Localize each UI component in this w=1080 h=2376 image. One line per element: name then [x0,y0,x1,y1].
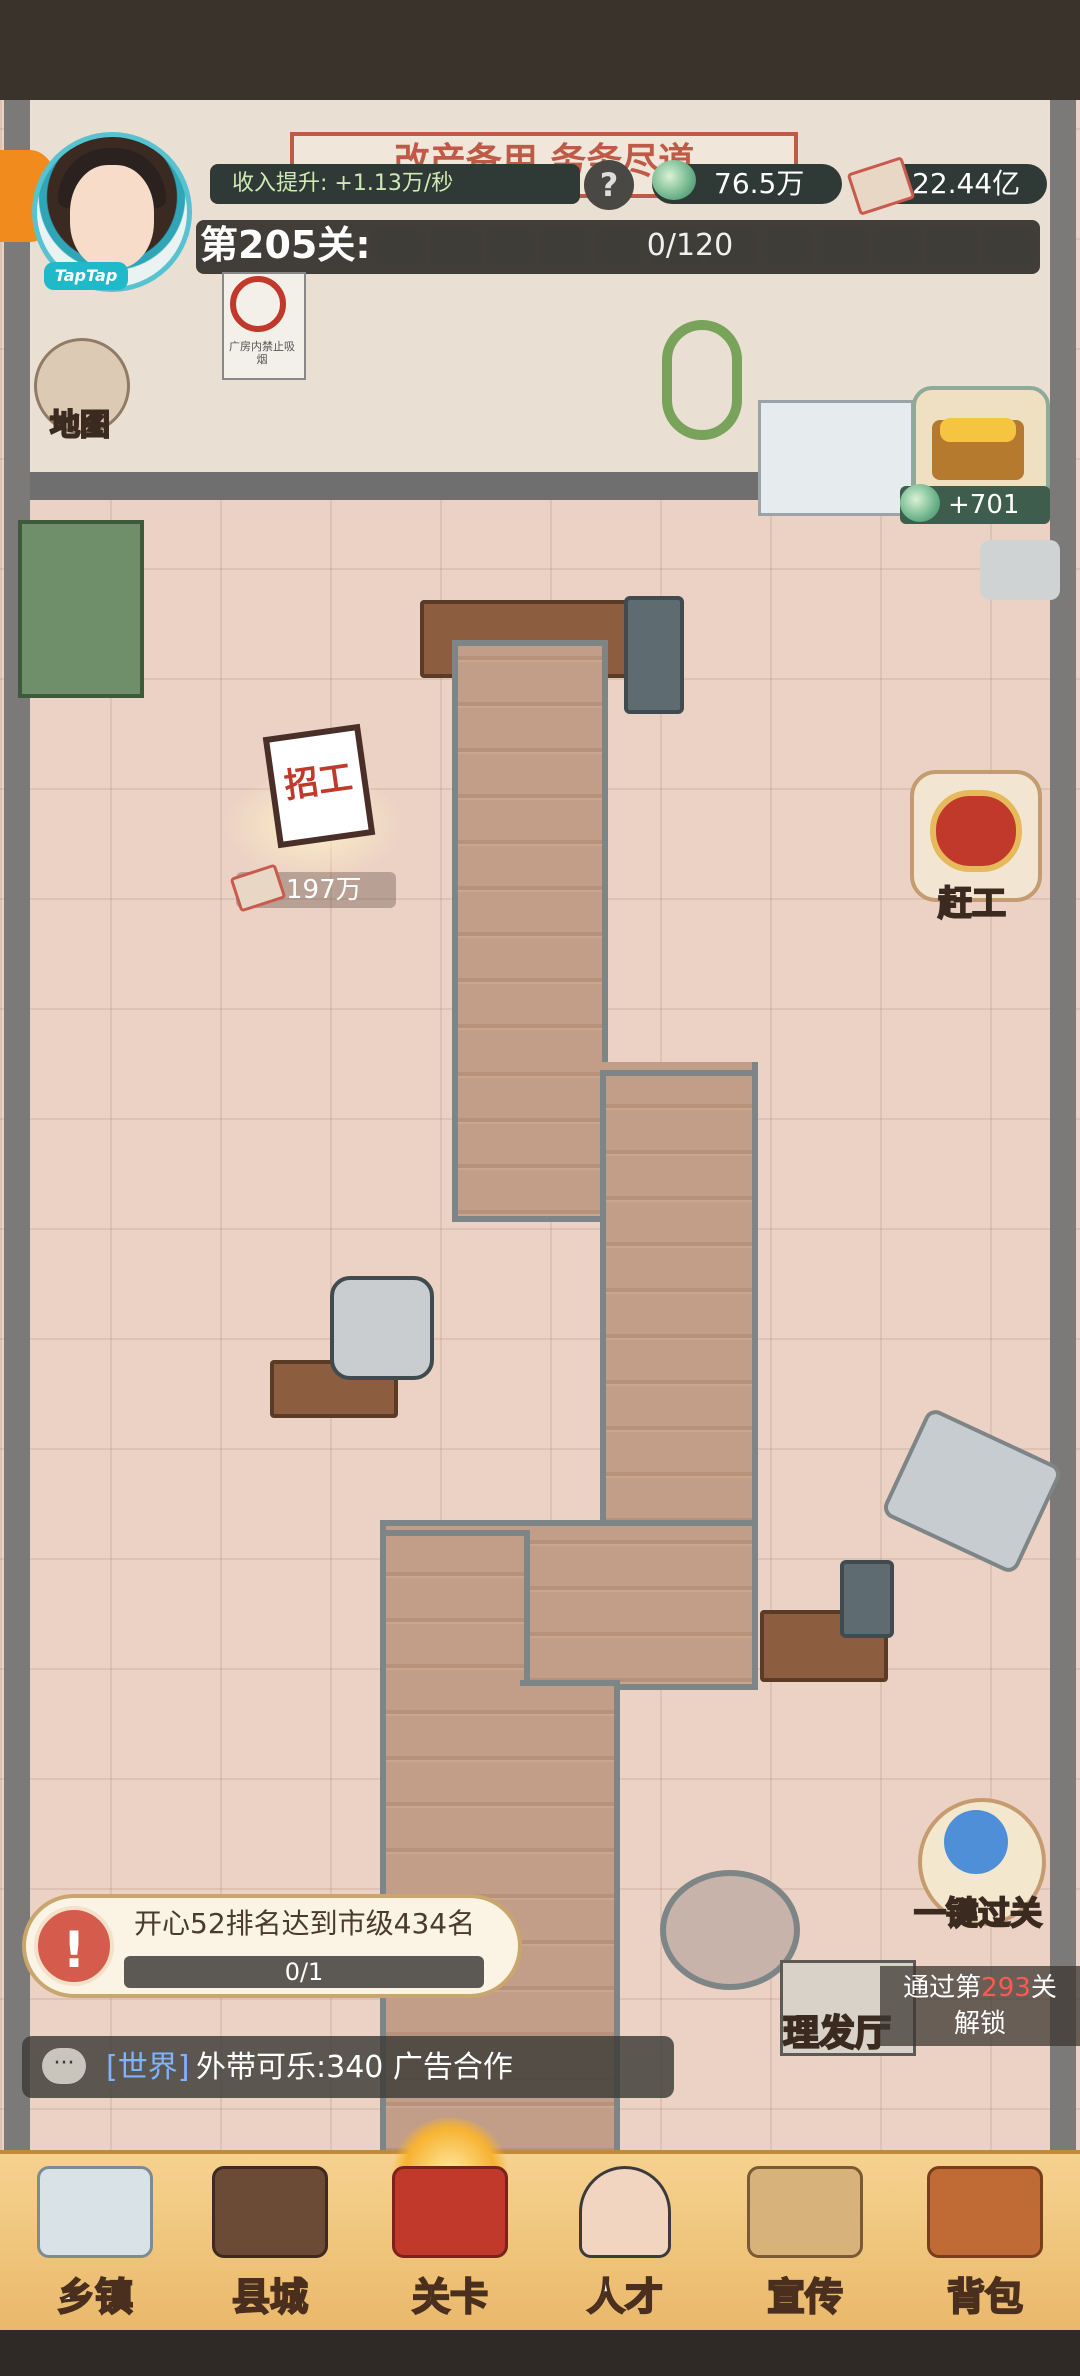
conveyor-belt [380,1530,530,2090]
progress-segment [374,230,426,264]
task-progress: 0/1 [124,1956,484,1988]
conveyor-belt [520,1680,620,2090]
belt-motor [624,596,684,714]
avatar-face [70,165,154,269]
unlock-level: 293 [981,1973,1031,2003]
cash-amount: 22.44亿 [912,167,1021,200]
map-label: 地图 [49,407,111,444]
nav-promo-label: 宣传 [766,2274,844,2320]
nav-town[interactable]: 乡镇 [10,2160,180,2320]
bag-icon [927,2166,1043,2258]
hose-reel [662,320,742,440]
sewing-machine-icon [392,2166,508,2258]
house-icon [37,2166,153,2258]
nav-talent-label: 人才 [586,2274,664,2320]
no-smoking-icon [230,276,286,332]
progress-segment [484,230,536,264]
progress-segment [871,230,924,264]
wash-sink [758,400,914,516]
left-wall [4,100,30,2330]
nav-town-label: 乡镇 [56,2274,134,2320]
nav-county[interactable]: 县城 [185,2160,355,2320]
jade-icon [652,160,696,200]
progress-segment [429,230,481,264]
clock-mascot-icon [944,1810,1008,1874]
top-status-bar [0,0,1080,100]
metal-pot [980,540,1060,600]
no-smoking-text: 广房内禁止吸烟 [229,340,295,366]
help-button[interactable]: ? [584,160,634,210]
washing-tub[interactable] [660,1870,800,1990]
progress-segment [927,230,979,264]
taptap-badge: TapTap [44,262,128,290]
nav-talent[interactable]: 人才 [540,2160,710,2320]
recruit-sign[interactable]: 招工 [262,723,376,849]
progress-segment [982,230,1034,264]
nav-promo[interactable]: 宣传 [720,2160,890,2320]
chat-channel: [世界] [106,2050,190,2085]
alert-icon: ! [34,1906,114,1986]
income-boost-label: 收入提升: +1.13万/秒 [210,164,580,204]
chat-message: 外带可乐:340 广告合作 [196,2050,513,2085]
person-icon [579,2166,671,2258]
unlock-requirement: 通过第293关 解锁 [880,1966,1080,2046]
chat-bubble-icon: ··· [42,2048,86,2084]
rush-work-label: 赶工 [937,883,1007,925]
nav-bag-label: 背包 [946,2274,1024,2320]
nav-bag[interactable]: 背包 [900,2160,1070,2320]
progress-segment [816,230,868,264]
task-text: 开心52排名达到市级434名 [134,1907,476,1940]
progress-segment [539,230,592,264]
gold-icon [940,418,1016,442]
jade-amount: 76.5万 [714,167,805,200]
tv-icon [212,2166,328,2258]
nav-level[interactable]: 关卡 [365,2160,535,2320]
jade-icon [900,484,940,522]
grinder-machine[interactable] [330,1276,434,1380]
unlock-prefix: 通过第 [903,1973,982,2003]
unlock-suffix: 关 [1030,1973,1057,2003]
drum-icon [930,790,1022,872]
bottom-system-bar [0,2330,1080,2376]
one-key-pass-label: 一键过关 [913,1893,1043,1933]
conveyor-belt [600,1070,758,1530]
green-cabinet [18,520,144,698]
level-label: 第205关: [200,223,371,267]
unlock-line2: 解锁 [953,2009,1006,2039]
level-progress-text: 0/120 [646,228,734,263]
nav-county-label: 县城 [231,2274,309,2320]
press-machine[interactable] [840,1560,894,1638]
nav-level-label: 关卡 [411,2274,489,2320]
camera-icon [747,2166,863,2258]
